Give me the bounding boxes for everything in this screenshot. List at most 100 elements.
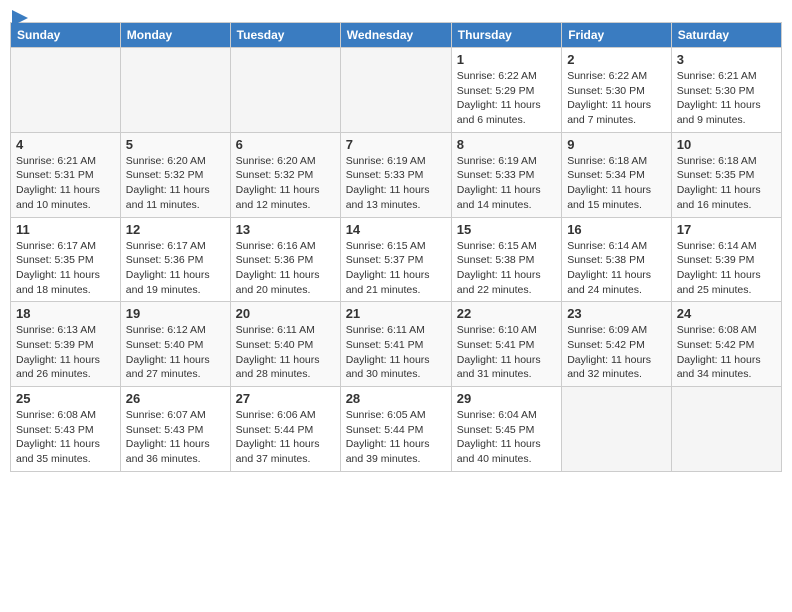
day-cell: 26 Sunrise: 6:07 AM Sunset: 5:43 PM Dayli…: [120, 387, 230, 472]
day-info: Sunrise: 6:17 AM Sunset: 5:35 PM Dayligh…: [16, 239, 115, 298]
day-cell: [340, 48, 451, 133]
day-cell: 12Sunrise: 6:17 AM Sunset: 5:36 PM Dayli…: [120, 217, 230, 302]
day-number: 9: [567, 137, 666, 152]
day-cell: 17 Sunrise: 6:14 AM Sunset: 5:39 PM Dayli…: [671, 217, 781, 302]
week-row-2: 4 Sunrise: 6:21 AM Sunset: 5:31 PM Daylig…: [11, 132, 782, 217]
day-info: Sunrise: 6:18 AM Sunset: 5:34 PM Dayligh…: [567, 154, 666, 213]
day-number: 18: [16, 306, 115, 321]
day-cell: 14 Sunrise: 6:15 AM Sunset: 5:37 PM Dayli…: [340, 217, 451, 302]
day-number: 17: [677, 222, 776, 237]
day-info: Sunrise: 6:20 AM Sunset: 5:32 PM Dayligh…: [236, 154, 335, 213]
day-number: 15: [457, 222, 556, 237]
day-number: 27: [236, 391, 335, 406]
day-info: Sunrise: 6:11 AM Sunset: 5:41 PM Dayligh…: [346, 323, 446, 382]
column-header-monday: Monday: [120, 23, 230, 48]
column-header-thursday: Thursday: [451, 23, 561, 48]
day-cell: 20 Sunrise: 6:11 AM Sunset: 5:40 PM Dayli…: [230, 302, 340, 387]
day-info: Sunrise: 6:21 AM Sunset: 5:30 PM Dayligh…: [677, 69, 776, 128]
day-cell: 24 Sunrise: 6:08 AM Sunset: 5:42 PM Dayli…: [671, 302, 781, 387]
day-info: Sunrise: 6:20 AM Sunset: 5:32 PM Dayligh…: [126, 154, 225, 213]
day-info: Sunrise: 6:15 AM Sunset: 5:38 PM Dayligh…: [457, 239, 556, 298]
day-number: 5: [126, 137, 225, 152]
day-number: 6: [236, 137, 335, 152]
day-cell: 11 Sunrise: 6:17 AM Sunset: 5:35 PM Dayli…: [11, 217, 121, 302]
column-header-saturday: Saturday: [671, 23, 781, 48]
day-info: Sunrise: 6:06 AM Sunset: 5:44 PM Dayligh…: [236, 408, 335, 467]
day-cell: 22 Sunrise: 6:10 AM Sunset: 5:41 PM Dayli…: [451, 302, 561, 387]
day-number: 10: [677, 137, 776, 152]
day-info: Sunrise: 6:21 AM Sunset: 5:31 PM Dayligh…: [16, 154, 115, 213]
day-cell: 10 Sunrise: 6:18 AM Sunset: 5:35 PM Dayli…: [671, 132, 781, 217]
logo-arrow-icon: [12, 10, 28, 26]
day-number: 23: [567, 306, 666, 321]
day-number: 11: [16, 222, 115, 237]
day-number: 29: [457, 391, 556, 406]
day-info: Sunrise: 6:22 AM Sunset: 5:29 PM Dayligh…: [457, 69, 556, 128]
day-cell: [11, 48, 121, 133]
day-number: 22: [457, 306, 556, 321]
week-row-1: 1 Sunrise: 6:22 AM Sunset: 5:29 PM Daylig…: [11, 48, 782, 133]
day-info: Sunrise: 6:14 AM Sunset: 5:39 PM Dayligh…: [677, 239, 776, 298]
day-cell: 16Sunrise: 6:14 AM Sunset: 5:38 PM Dayli…: [562, 217, 672, 302]
day-number: 19: [126, 306, 225, 321]
header: [10, 10, 782, 14]
week-row-4: 18 Sunrise: 6:13 AM Sunset: 5:39 PM Dayli…: [11, 302, 782, 387]
day-cell: [671, 387, 781, 472]
day-number: 14: [346, 222, 446, 237]
day-number: 8: [457, 137, 556, 152]
day-cell: [562, 387, 672, 472]
day-cell: 9 Sunrise: 6:18 AM Sunset: 5:34 PM Daylig…: [562, 132, 672, 217]
day-info: Sunrise: 6:12 AM Sunset: 5:40 PM Dayligh…: [126, 323, 225, 382]
day-number: 16: [567, 222, 666, 237]
day-info: Sunrise: 6:05 AM Sunset: 5:44 PM Dayligh…: [346, 408, 446, 467]
day-number: 20: [236, 306, 335, 321]
day-info: Sunrise: 6:19 AM Sunset: 5:33 PM Dayligh…: [457, 154, 556, 213]
day-number: 12: [126, 222, 225, 237]
day-cell: 25Sunrise: 6:08 AM Sunset: 5:43 PM Dayli…: [11, 387, 121, 472]
day-cell: 5 Sunrise: 6:20 AM Sunset: 5:32 PM Daylig…: [120, 132, 230, 217]
day-cell: 15 Sunrise: 6:15 AM Sunset: 5:38 PM Dayli…: [451, 217, 561, 302]
day-number: 3: [677, 52, 776, 67]
day-cell: 13 Sunrise: 6:16 AM Sunset: 5:36 PM Dayli…: [230, 217, 340, 302]
day-info: Sunrise: 6:04 AM Sunset: 5:45 PM Dayligh…: [457, 408, 556, 467]
day-number: 21: [346, 306, 446, 321]
day-info: Sunrise: 6:10 AM Sunset: 5:41 PM Dayligh…: [457, 323, 556, 382]
day-cell: 1 Sunrise: 6:22 AM Sunset: 5:29 PM Daylig…: [451, 48, 561, 133]
day-cell: 23Sunrise: 6:09 AM Sunset: 5:42 PM Dayli…: [562, 302, 672, 387]
day-info: Sunrise: 6:22 AM Sunset: 5:30 PM Dayligh…: [567, 69, 666, 128]
day-number: 28: [346, 391, 446, 406]
day-cell: 4 Sunrise: 6:21 AM Sunset: 5:31 PM Daylig…: [11, 132, 121, 217]
day-number: 26: [126, 391, 225, 406]
column-header-sunday: Sunday: [11, 23, 121, 48]
column-header-tuesday: Tuesday: [230, 23, 340, 48]
day-info: Sunrise: 6:08 AM Sunset: 5:42 PM Dayligh…: [677, 323, 776, 382]
day-cell: 18 Sunrise: 6:13 AM Sunset: 5:39 PM Dayli…: [11, 302, 121, 387]
day-info: Sunrise: 6:07 AM Sunset: 5:43 PM Dayligh…: [126, 408, 225, 467]
day-cell: [230, 48, 340, 133]
day-number: 7: [346, 137, 446, 152]
day-cell: 29 Sunrise: 6:04 AM Sunset: 5:45 PM Dayli…: [451, 387, 561, 472]
day-cell: 28 Sunrise: 6:05 AM Sunset: 5:44 PM Dayli…: [340, 387, 451, 472]
day-cell: 19 Sunrise: 6:12 AM Sunset: 5:40 PM Dayli…: [120, 302, 230, 387]
day-info: Sunrise: 6:19 AM Sunset: 5:33 PM Dayligh…: [346, 154, 446, 213]
day-cell: 6 Sunrise: 6:20 AM Sunset: 5:32 PM Daylig…: [230, 132, 340, 217]
day-cell: 3 Sunrise: 6:21 AM Sunset: 5:30 PM Daylig…: [671, 48, 781, 133]
day-number: 13: [236, 222, 335, 237]
day-number: 4: [16, 137, 115, 152]
day-number: 1: [457, 52, 556, 67]
day-info: Sunrise: 6:13 AM Sunset: 5:39 PM Dayligh…: [16, 323, 115, 382]
day-info: Sunrise: 6:18 AM Sunset: 5:35 PM Dayligh…: [677, 154, 776, 213]
day-cell: 2 Sunrise: 6:22 AM Sunset: 5:30 PM Daylig…: [562, 48, 672, 133]
column-header-wednesday: Wednesday: [340, 23, 451, 48]
day-cell: 7 Sunrise: 6:19 AM Sunset: 5:33 PM Daylig…: [340, 132, 451, 217]
day-info: Sunrise: 6:16 AM Sunset: 5:36 PM Dayligh…: [236, 239, 335, 298]
column-header-friday: Friday: [562, 23, 672, 48]
day-number: 24: [677, 306, 776, 321]
day-number: 2: [567, 52, 666, 67]
week-row-5: 25Sunrise: 6:08 AM Sunset: 5:43 PM Dayli…: [11, 387, 782, 472]
day-cell: 8 Sunrise: 6:19 AM Sunset: 5:33 PM Daylig…: [451, 132, 561, 217]
day-info: Sunrise: 6:11 AM Sunset: 5:40 PM Dayligh…: [236, 323, 335, 382]
day-number: 25: [16, 391, 115, 406]
day-info: Sunrise: 6:15 AM Sunset: 5:37 PM Dayligh…: [346, 239, 446, 298]
day-cell: 27 Sunrise: 6:06 AM Sunset: 5:44 PM Dayli…: [230, 387, 340, 472]
